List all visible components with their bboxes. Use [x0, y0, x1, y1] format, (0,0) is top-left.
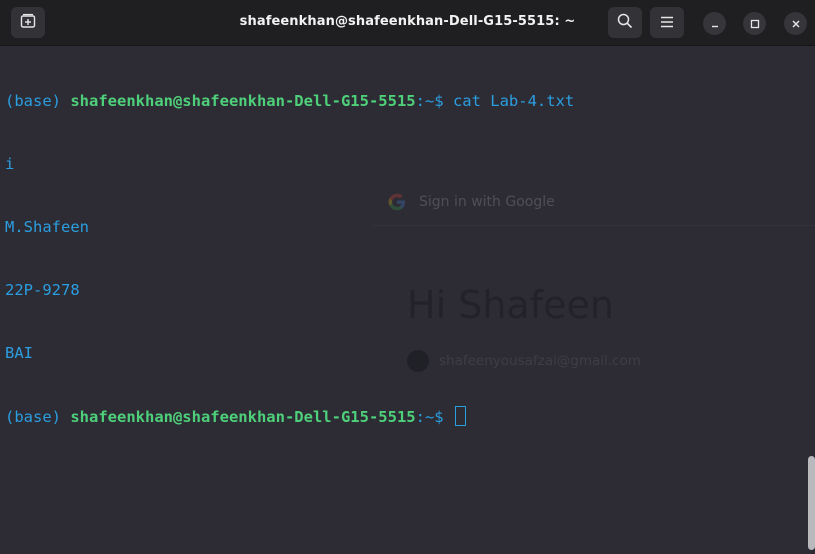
command-text: cat Lab-4.txt: [452, 92, 575, 110]
text-cursor: [454, 406, 466, 426]
prompt-path: :~$: [415, 92, 453, 110]
hamburger-menu-icon: [660, 13, 674, 32]
menu-button[interactable]: [650, 7, 684, 38]
output-line: 22P-9278: [5, 281, 80, 299]
output-line: M.Shafeen: [5, 218, 89, 236]
prompt-line: (base) shafeenkhan@shafeenkhan-Dell-G15-…: [5, 91, 574, 112]
prompt-user-host: shafeenkhan@shafeenkhan-Dell-G15-5515: [70, 408, 416, 426]
prompt-env: (base): [5, 92, 71, 110]
prompt-path: :~$: [415, 408, 453, 426]
terminal-output[interactable]: (base) shafeenkhan@shafeenkhan-Dell-G15-…: [5, 49, 574, 469]
output-line: i: [5, 155, 15, 173]
search-icon: [617, 13, 633, 33]
minimize-icon: [710, 14, 720, 33]
search-button[interactable]: [608, 7, 642, 38]
maximize-icon: [750, 14, 760, 33]
title-bar: shafeenkhan@shafeenkhan-Dell-G15-5515: ~: [0, 0, 815, 46]
terminal-window: shafeenkhan@shafeenkhan-Dell-G15-5515: ~: [0, 0, 815, 554]
prompt-line: (base) shafeenkhan@shafeenkhan-Dell-G15-…: [5, 406, 574, 427]
window-title: shafeenkhan@shafeenkhan-Dell-G15-5515: ~: [239, 14, 576, 29]
scrollbar-thumb[interactable]: [808, 456, 815, 550]
minimize-button[interactable]: [703, 12, 726, 35]
prompt-user-host: shafeenkhan@shafeenkhan-Dell-G15-5515: [70, 92, 416, 110]
prompt-env: (base): [5, 408, 71, 426]
close-button[interactable]: [784, 12, 807, 35]
output-line: BAI: [5, 344, 33, 362]
close-icon: [791, 14, 801, 33]
maximize-button[interactable]: [743, 12, 766, 35]
